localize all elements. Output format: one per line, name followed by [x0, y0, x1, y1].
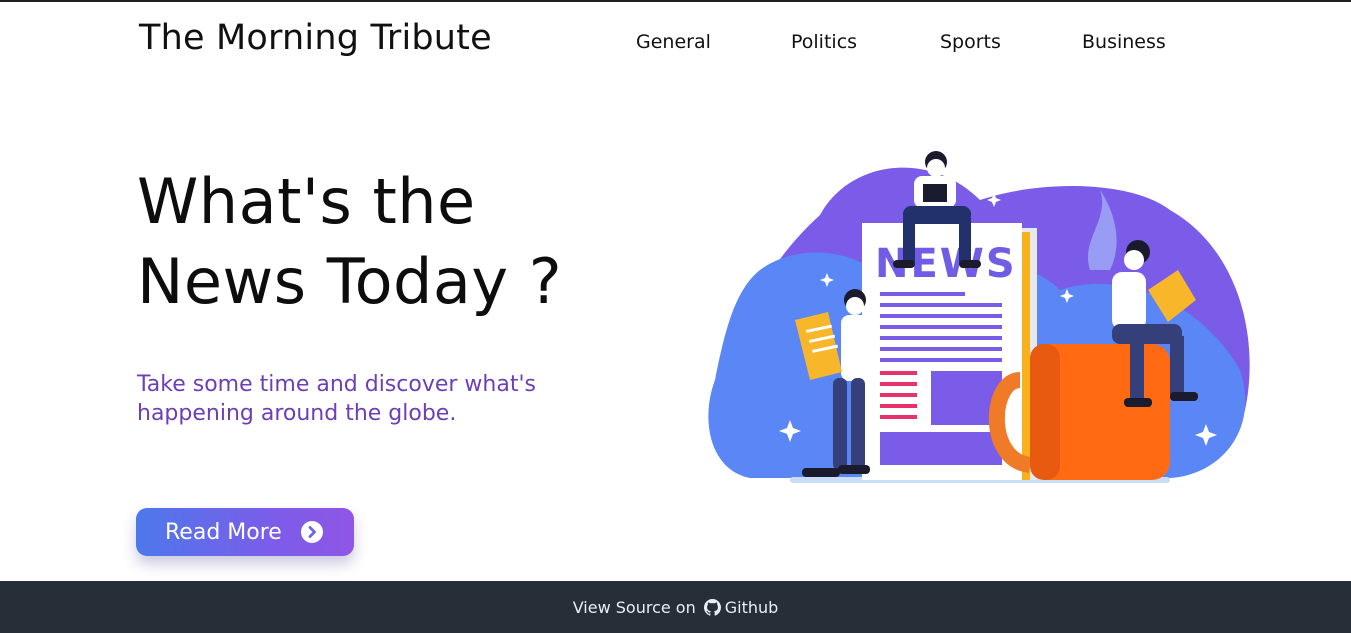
nav-link-general[interactable]: General: [636, 31, 711, 53]
nav-link-sports[interactable]: Sports: [940, 31, 1001, 53]
footer: View Source on Github: [0, 581, 1351, 633]
hero-title: What's the News Today ?: [137, 162, 657, 322]
hero-title-line-2: News Today ?: [137, 245, 563, 318]
chevron-circle-right-icon: [300, 521, 323, 543]
hero-title-line-1: What's the: [137, 165, 476, 238]
brand-logo[interactable]: The Morning Tribute: [139, 18, 492, 58]
news-illustration: NEWS: [700, 140, 1260, 490]
github-link-label: Github: [724, 597, 779, 617]
navbar: The Morning Tribute General Politics Spo…: [0, 2, 1351, 82]
github-link[interactable]: Github: [703, 597, 779, 617]
nav-link-business[interactable]: Business: [1082, 31, 1166, 53]
hero-subtitle: Take some time and discover what's happe…: [137, 372, 536, 426]
read-more-label: Read More: [165, 519, 282, 545]
footer-text: View Source on: [572, 597, 696, 617]
github-icon: [703, 598, 721, 616]
read-more-button[interactable]: Read More: [136, 508, 354, 556]
nav-link-politics[interactable]: Politics: [791, 31, 857, 53]
